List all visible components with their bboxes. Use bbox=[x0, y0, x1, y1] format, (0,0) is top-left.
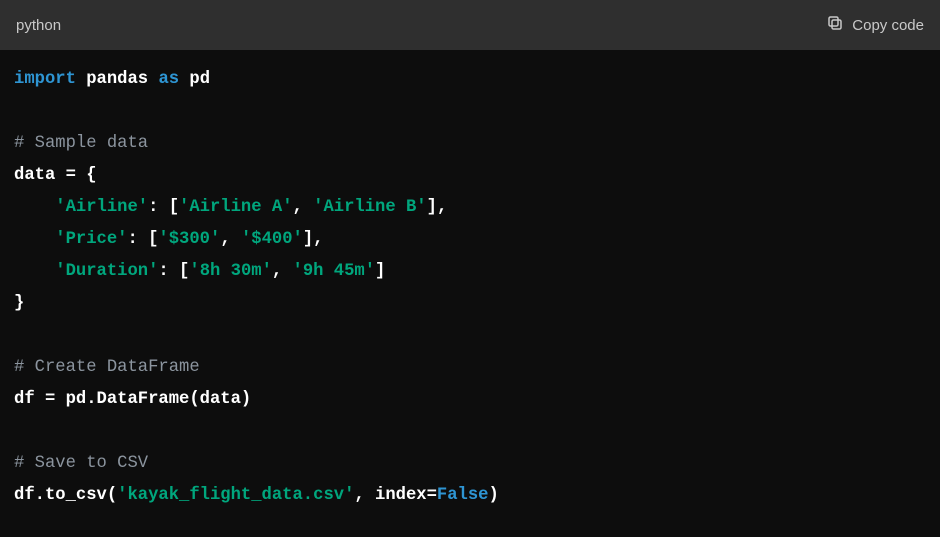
code-text: : [ bbox=[148, 198, 179, 217]
code-header: python Copy code bbox=[0, 0, 940, 50]
code-text: } bbox=[14, 294, 24, 313]
code-text: df = pd.DataFrame(data) bbox=[14, 390, 251, 409]
code-text: , bbox=[293, 198, 314, 217]
code-comment: # Save to CSV bbox=[14, 454, 148, 473]
string-literal: 'Price' bbox=[55, 230, 127, 249]
module-name: pandas bbox=[86, 70, 148, 89]
string-literal: '$400' bbox=[241, 230, 303, 249]
string-literal: '8h 30m' bbox=[189, 262, 272, 281]
code-text: df.to_csv( bbox=[14, 486, 117, 505]
string-literal: 'Airline A' bbox=[179, 198, 292, 217]
clipboard-icon bbox=[826, 14, 844, 36]
copy-code-label: Copy code bbox=[852, 17, 924, 34]
string-literal: 'kayak_flight_data.csv' bbox=[117, 486, 354, 505]
boolean-literal: False bbox=[437, 486, 489, 505]
string-literal: '$300' bbox=[158, 230, 220, 249]
code-text: : [ bbox=[127, 230, 158, 249]
code-text: data = { bbox=[14, 166, 97, 185]
string-literal: 'Airline B' bbox=[313, 198, 426, 217]
string-literal: 'Duration' bbox=[55, 262, 158, 281]
string-literal: '9h 45m' bbox=[293, 262, 376, 281]
keyword-import: import bbox=[14, 70, 76, 89]
copy-code-button[interactable]: Copy code bbox=[826, 14, 924, 36]
code-text: : [ bbox=[158, 262, 189, 281]
code-text: , index= bbox=[354, 486, 437, 505]
language-label: python bbox=[16, 17, 61, 34]
alias-name: pd bbox=[189, 70, 210, 89]
code-text: , bbox=[272, 262, 293, 281]
code-text: , bbox=[220, 230, 241, 249]
code-text: ] bbox=[375, 262, 385, 281]
code-comment: # Create DataFrame bbox=[14, 358, 200, 377]
code-content: import pandas as pd # Sample data data =… bbox=[0, 50, 940, 537]
keyword-as: as bbox=[158, 70, 179, 89]
code-block: python Copy code import pandas as pd # S… bbox=[0, 0, 940, 537]
code-comment: # Sample data bbox=[14, 134, 148, 153]
code-text: ) bbox=[488, 486, 498, 505]
code-text: ], bbox=[427, 198, 448, 217]
string-literal: 'Airline' bbox=[55, 198, 148, 217]
code-text: ], bbox=[303, 230, 324, 249]
